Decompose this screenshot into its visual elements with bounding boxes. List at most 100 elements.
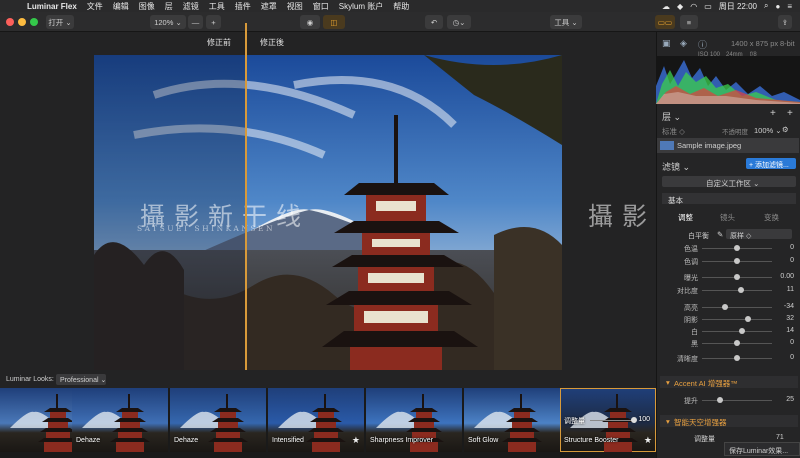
menu-help[interactable]: 帮助	[393, 1, 409, 12]
look-amount-knob[interactable]	[631, 417, 637, 423]
look-thumbnail[interactable]: Soft Glow	[464, 388, 560, 452]
look-thumbnail[interactable]: Dehaze	[170, 388, 266, 452]
slider-row[interactable]: 色调 0	[660, 257, 796, 266]
menu-app-name[interactable]: Luminar Flex	[27, 2, 77, 11]
watermark-left-sub: SATSUEI SHINKANSEN	[137, 224, 276, 233]
siri-icon[interactable]: ●	[775, 2, 780, 11]
undo-icon[interactable]: ↶	[425, 15, 443, 29]
zoom-in-button[interactable]: +	[206, 15, 221, 29]
zoom-out-button[interactable]: —	[188, 15, 203, 29]
slider-knob[interactable]	[734, 258, 740, 264]
opacity-label: 不透明度	[722, 129, 748, 136]
ai-sky-value: 71	[776, 434, 784, 441]
slider-knob[interactable]	[745, 316, 752, 322]
eye-icon[interactable]: ◉	[300, 15, 320, 29]
history-icon[interactable]: ◷⌄	[447, 15, 471, 29]
opacity-select[interactable]: 100% ⌄	[754, 126, 782, 135]
dropbox-icon[interactable]: ◆	[677, 2, 683, 11]
slider-knob[interactable]	[734, 274, 740, 280]
slider-track[interactable]	[702, 319, 772, 320]
menu-skylum[interactable]: Skylum 账户	[339, 1, 383, 12]
battery-icon[interactable]: ▭	[704, 2, 712, 11]
menu-filter[interactable]: 滤镜	[183, 1, 199, 12]
look-thumbnail[interactable]: Dehaze	[72, 388, 168, 452]
clock[interactable]: 周日 22:00	[719, 1, 757, 12]
accent-ai-slider[interactable]: 提升 25	[660, 396, 796, 405]
menu-edit[interactable]: 编辑	[113, 1, 129, 12]
slider-knob[interactable]	[734, 340, 740, 346]
image-canvas[interactable]: 修正前 修正後 攝影新干线 SATSUEI SHINKANSEN	[0, 32, 749, 380]
look-thumbnail[interactable]: Sharpness Improver	[366, 388, 462, 452]
zoom-select[interactable]: 120% ⌄	[150, 15, 186, 29]
menu-tools[interactable]: 工具	[209, 1, 225, 12]
adjustments-icon[interactable]: ≡	[680, 15, 698, 29]
slider-row[interactable]: 清晰度 0	[660, 354, 796, 363]
menu-list-icon[interactable]: ≡	[787, 2, 792, 11]
slider-row[interactable]: 白 14	[660, 327, 796, 336]
info-icon[interactable]: ⓘ	[698, 38, 707, 51]
close-window-button[interactable]	[6, 18, 14, 26]
open-button[interactable]: 打开 ⌄	[46, 15, 74, 29]
tab-lens[interactable]: 镜头	[720, 212, 735, 223]
accent-ai-track[interactable]	[702, 400, 772, 401]
zoom-window-button[interactable]	[30, 18, 38, 26]
creative-cloud-icon[interactable]: ☁	[662, 2, 670, 11]
slider-knob[interactable]	[734, 245, 740, 251]
collapse-icon[interactable]: ▾	[666, 378, 670, 387]
slider-knob[interactable]	[738, 328, 745, 334]
slider-knob[interactable]	[734, 355, 740, 361]
accent-ai-knob[interactable]	[716, 397, 723, 403]
slider-row[interactable]: 黑0	[660, 339, 796, 348]
slider-value: 0	[790, 244, 794, 251]
menu-window[interactable]: 窗口	[313, 1, 329, 12]
look-amount-track[interactable]	[590, 420, 634, 421]
collapse-icon[interactable]: ▾	[666, 417, 670, 426]
look-thumbnail[interactable]: Intensified ★	[268, 388, 364, 452]
slider-row[interactable]: 阴影 32	[660, 315, 796, 324]
menu-mask[interactable]: 遮罩	[261, 1, 277, 12]
blend-mode-select[interactable]: 标准 ◇	[662, 126, 685, 137]
image-icon[interactable]: ▣	[662, 38, 671, 49]
wb-picker-icon[interactable]: ✎	[717, 230, 723, 239]
compare-split-icon[interactable]: ◫	[323, 15, 345, 29]
slider-row[interactable]: 对比度 11	[660, 286, 796, 295]
slider-knob[interactable]	[737, 287, 744, 293]
favorite-star-icon[interactable]: ★	[352, 435, 360, 446]
compare-divider[interactable]	[245, 23, 247, 370]
add-layer-icon[interactable]: +	[770, 108, 776, 119]
tools-select[interactable]: 工具 ⌄	[550, 15, 582, 29]
accent-ai-label: 提升	[684, 398, 698, 405]
slider-knob[interactable]	[722, 304, 729, 310]
menu-layer[interactable]: 层	[165, 1, 173, 12]
menu-image[interactable]: 图像	[139, 1, 155, 12]
filters-title[interactable]: 滤镜 ⌄	[662, 160, 690, 173]
tab-adjust[interactable]: 调整	[678, 212, 693, 223]
layers-icon[interactable]: ◈	[680, 38, 687, 49]
layer-settings-icon[interactable]: ⚙	[782, 125, 789, 134]
slider-row[interactable]: 色温 0	[660, 244, 796, 253]
wifi-icon[interactable]: ◠	[690, 2, 697, 11]
tab-transform[interactable]: 变换	[764, 212, 779, 223]
layers-title[interactable]: 层 ⌄	[662, 110, 681, 123]
slider-row[interactable]: 高亮 -34	[660, 303, 796, 312]
menu-file[interactable]: 文件	[87, 1, 103, 12]
slider-value: 0	[790, 354, 794, 361]
look-thumbnail[interactable]: Structure Booster ★ 调整量 100	[560, 388, 656, 452]
slider-track[interactable]	[702, 331, 772, 332]
slider-track[interactable]	[702, 307, 772, 308]
favorite-star-icon[interactable]: ★	[644, 435, 652, 446]
slider-track[interactable]	[702, 290, 772, 291]
slider-row[interactable]: 曝光 0.00	[660, 273, 796, 282]
add-adjustment-layer-icon[interactable]: +	[787, 108, 793, 119]
search-icon[interactable]: ⌕	[764, 1, 768, 11]
histogram	[656, 56, 800, 104]
menu-view[interactable]: 视图	[287, 1, 303, 12]
slider-label: 阴影	[684, 317, 698, 324]
share-icon[interactable]: ⇪	[778, 15, 792, 29]
menu-plugins[interactable]: 插件	[235, 1, 251, 12]
filters-panel-icon[interactable]: ▭▭	[655, 15, 675, 29]
slider-value: 0	[790, 339, 794, 346]
slider-label: 白	[691, 329, 698, 336]
minimize-window-button[interactable]	[18, 18, 26, 26]
look-name: Dehaze	[76, 437, 101, 444]
